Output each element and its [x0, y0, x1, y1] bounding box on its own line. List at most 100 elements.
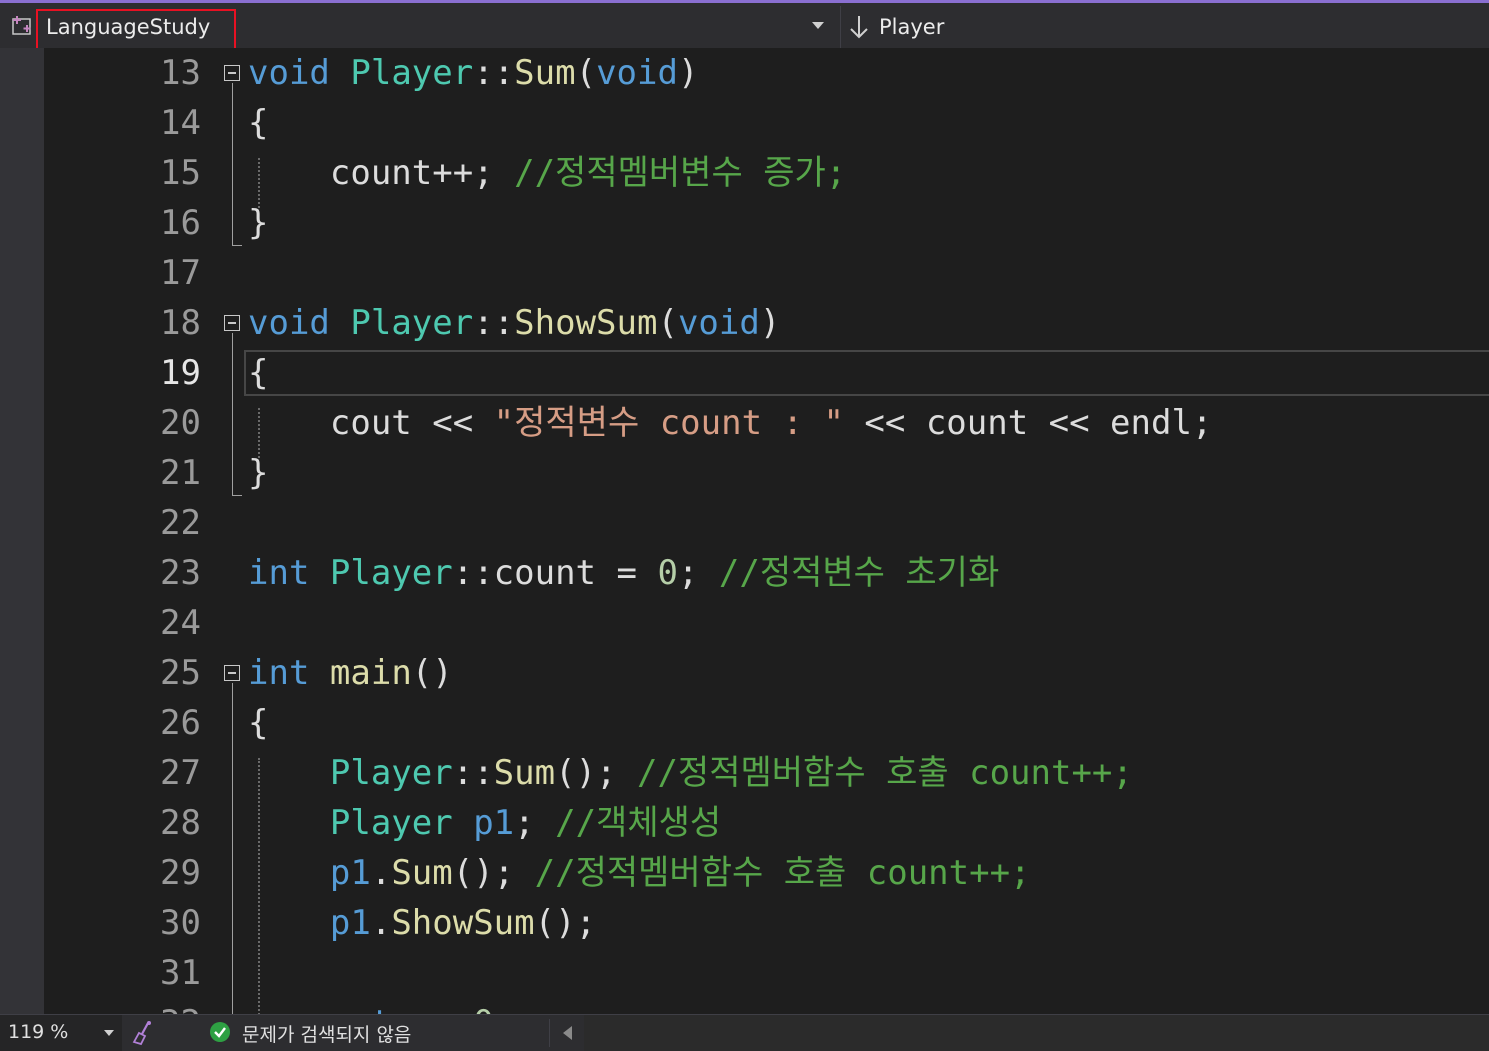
code-editor[interactable]: 13 void Player::Sum(void) 14{15 count++; /…	[44, 48, 1489, 1014]
editor-margin	[0, 48, 44, 1014]
code-token: {	[248, 703, 269, 743]
line-number: 13	[160, 53, 201, 93]
project-name: LanguageStudy	[46, 15, 211, 39]
code-text: Player::Sum(); //정적멤버함수 호출 count++;	[248, 748, 1133, 798]
code-line[interactable]: 19 {	[44, 348, 1489, 398]
code-line[interactable]: 29 p1.Sum(); //정적멤버함수 호출 count++;	[44, 848, 1489, 898]
code-token: .	[370, 903, 392, 943]
code-token: main	[329, 653, 412, 693]
code-token: )	[759, 303, 781, 343]
code-text: void Player::ShowSum(void)	[248, 298, 780, 348]
status-bar: 119 % 문제가 검색되지 않음	[0, 1014, 1489, 1051]
code-token: int	[248, 653, 310, 693]
code-token: Player	[350, 53, 474, 93]
code-token: .	[370, 853, 392, 893]
code-line[interactable]: 24	[44, 598, 1489, 648]
code-cleanup-brush-icon[interactable]	[130, 1020, 154, 1046]
code-token: (	[657, 303, 678, 343]
code-token: cout <<	[248, 403, 494, 443]
code-token: void	[596, 53, 678, 93]
code-line[interactable]: 22	[44, 498, 1489, 548]
code-token: ::	[473, 303, 515, 343]
code-line[interactable]: 30 p1.ShowSum();	[44, 898, 1489, 948]
code-line[interactable]: 23 int Player::count = 0; //정적변수 초기화	[44, 548, 1489, 598]
code-line[interactable]: 28 Player p1; //객체생성	[44, 798, 1489, 848]
line-number: 25	[160, 653, 201, 693]
code-line[interactable]: 15 count++; //정적멤버변수 증가;	[44, 148, 1489, 198]
line-number: 31	[160, 953, 201, 993]
chevron-down-icon[interactable]	[812, 22, 824, 29]
code-token: ();	[555, 753, 637, 793]
code-token: //정적멤버변수 증가;	[514, 153, 847, 193]
scope-dropdown[interactable]: Player	[840, 6, 1489, 48]
code-line[interactable]: 31	[44, 948, 1489, 998]
line-number: 21	[160, 453, 201, 493]
code-token: ::	[473, 53, 515, 93]
code-line[interactable]: 16}	[44, 198, 1489, 248]
code-text: cout << "정적변수 count : " << count << endl…	[248, 398, 1213, 448]
code-token: ();	[452, 853, 535, 893]
chevron-down-icon[interactable]	[104, 1030, 114, 1036]
code-line[interactable]: 32 return 0;	[44, 998, 1489, 1014]
project-icon	[12, 16, 31, 35]
code-token: Sum	[493, 753, 556, 793]
code-token: count++;	[248, 153, 515, 193]
code-line[interactable]: 17	[44, 248, 1489, 298]
code-line[interactable]: 18 void Player::ShowSum(void)	[44, 298, 1489, 348]
code-token: //객체생성	[555, 803, 722, 843]
code-token: p1	[329, 853, 371, 893]
scroll-left-icon[interactable]	[563, 1026, 572, 1040]
code-line[interactable]: 14 {	[44, 98, 1489, 148]
code-token: 0	[473, 1003, 493, 1014]
code-text: int main()	[248, 648, 453, 698]
line-number: 29	[160, 853, 201, 893]
code-token: void	[677, 303, 760, 343]
line-number: 24	[160, 603, 201, 643]
code-text: }	[248, 198, 268, 248]
code-token: void	[248, 303, 330, 343]
code-line[interactable]: 26 {	[44, 698, 1489, 748]
code-line[interactable]: 13 void Player::Sum(void)	[44, 48, 1489, 98]
code-line[interactable]: 27 Player::Sum(); //정적멤버함수 호출 count++;	[44, 748, 1489, 798]
code-token: p1	[473, 803, 515, 843]
line-number: 20	[160, 403, 201, 443]
code-text: {	[248, 698, 268, 748]
arrow-down-icon	[850, 16, 868, 39]
code-token: }	[248, 453, 269, 493]
horizontal-scrollbar[interactable]	[584, 1015, 1489, 1051]
scope-name: Player	[879, 15, 945, 39]
code-token: void	[248, 53, 330, 93]
issues-status[interactable]: 문제가 검색되지 않음	[242, 1020, 411, 1047]
code-text: count++; //정적멤버변수 증가;	[248, 148, 846, 198]
code-token: ::	[452, 753, 494, 793]
code-token: << count << endl;	[843, 403, 1213, 443]
code-token: {	[248, 103, 269, 143]
line-number: 26	[160, 703, 201, 743]
code-text: {	[248, 348, 268, 398]
line-number: 23	[160, 553, 201, 593]
code-token: {	[248, 353, 269, 393]
code-line[interactable]: 25 int main()	[44, 648, 1489, 698]
navigation-bar: LanguageStudy Player	[0, 0, 1489, 48]
code-line[interactable]: 21}	[44, 448, 1489, 498]
code-token: (	[575, 53, 597, 93]
code-token: }	[248, 203, 269, 243]
project-dropdown[interactable]: LanguageStudy	[0, 6, 834, 48]
line-number: 15	[160, 153, 201, 193]
zoom-dropdown[interactable]: 119 %	[0, 1015, 122, 1051]
code-line[interactable]: 20 cout << "정적변수 count : " << count << e…	[44, 398, 1489, 448]
code-token: p1	[329, 903, 371, 943]
code-text: {	[248, 98, 268, 148]
divider	[549, 1019, 550, 1047]
code-token: 0	[657, 553, 678, 593]
code-text: }	[248, 448, 268, 498]
code-token: Player	[329, 553, 453, 593]
code-token: Sum	[391, 853, 453, 893]
